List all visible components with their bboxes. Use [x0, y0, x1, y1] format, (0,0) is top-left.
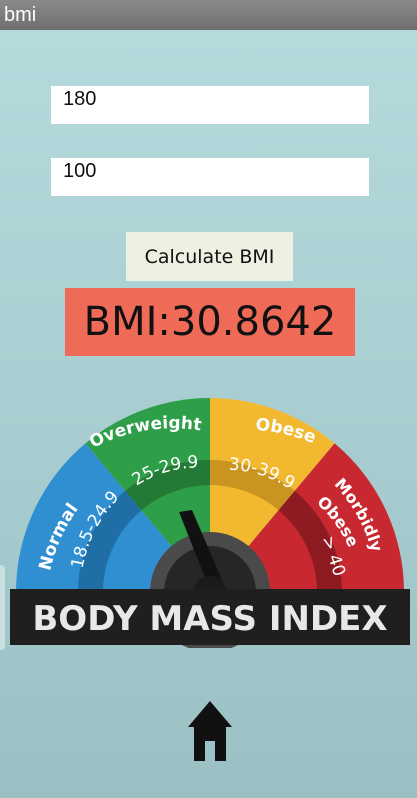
- calculate-bmi-button[interactable]: Calculate BMI: [126, 232, 293, 281]
- app-title-bar: bmi: [0, 0, 417, 30]
- home-button[interactable]: [186, 699, 234, 763]
- height-input[interactable]: [51, 86, 369, 124]
- home-icon: [188, 701, 232, 761]
- weight-input[interactable]: [51, 158, 369, 196]
- bmi-result-display: BMI:30.8642: [65, 288, 355, 356]
- gauge-caption: BODY MASS INDEX: [32, 599, 387, 639]
- bmi-gauge-image: Normal Overweight Obese Morbidly Obese 1…: [10, 398, 410, 648]
- app-title: bmi: [4, 4, 37, 26]
- side-drawer-handle[interactable]: [0, 565, 5, 650]
